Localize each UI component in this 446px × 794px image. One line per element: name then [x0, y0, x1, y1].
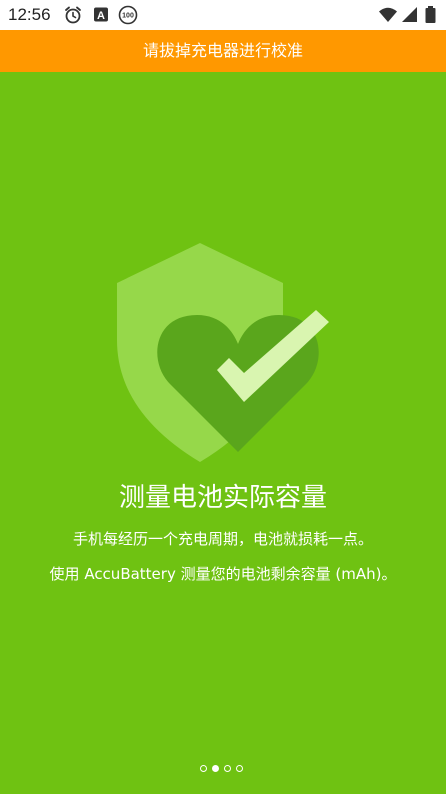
description-line-1: 手机每经历一个充电周期，电池就损耗一点。 [72, 530, 373, 548]
page-dot-4[interactable] [236, 765, 243, 772]
page-title: 测量电池实际容量 [118, 483, 327, 513]
page-dot-1[interactable] [200, 765, 207, 772]
page-dot-3[interactable] [224, 765, 231, 772]
description-line-2: 使用 AccuBattery 测量您的电池剩余容量 (mAh)。 [49, 565, 397, 583]
page-indicator [198, 764, 248, 776]
onboarding-illustration [117, 243, 329, 462]
page-dot-2[interactable] [212, 765, 219, 772]
